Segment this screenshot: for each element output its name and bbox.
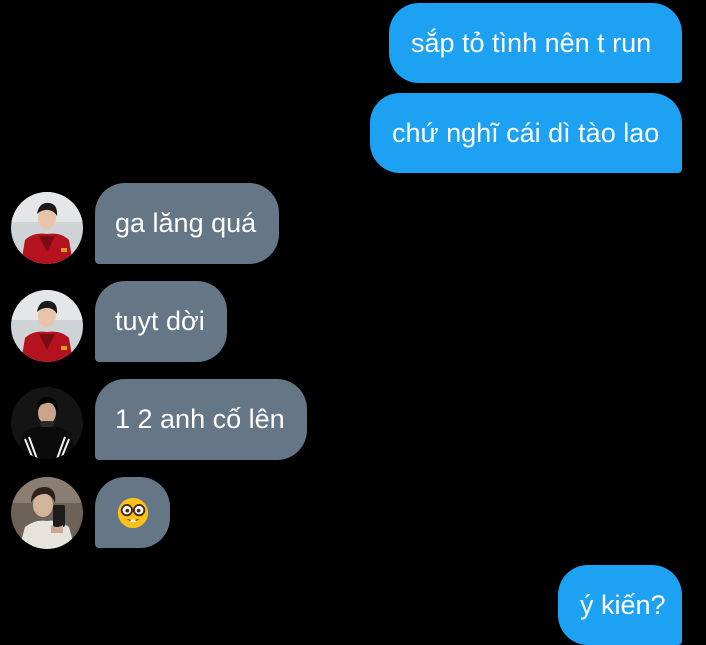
avatar-red-jacket-icon <box>11 290 83 362</box>
message-text: 1 2 anh cố lên <box>115 404 285 434</box>
received-message[interactable]: tuyt dời <box>95 281 227 362</box>
received-message[interactable]: ga lăng quá <box>95 183 279 264</box>
chat-thread: sắp tỏ tình nên t run chứ nghĩ cái dì tà… <box>0 0 706 645</box>
nerd-face-emoji-icon <box>117 497 148 528</box>
avatar[interactable] <box>11 387 83 459</box>
avatar[interactable] <box>11 477 83 549</box>
avatar-phone-selfie-icon <box>11 477 83 549</box>
message-text: sắp tỏ tình nên t run <box>411 27 652 58</box>
received-message[interactable] <box>95 477 170 548</box>
message-text: tuyt dời <box>115 306 205 336</box>
avatar[interactable] <box>11 290 83 362</box>
avatar-red-jacket-icon <box>11 192 83 264</box>
message-text: ga lăng quá <box>115 208 257 238</box>
message-text: ý kiến? <box>580 589 666 620</box>
sent-message[interactable]: ý kiến? <box>558 565 682 645</box>
sent-message[interactable]: sắp tỏ tình nên t run <box>389 3 682 83</box>
message-text: chứ nghĩ cái dì tào lao <box>392 117 660 148</box>
received-message[interactable]: 1 2 anh cố lên <box>95 379 307 460</box>
avatar[interactable] <box>11 192 83 264</box>
avatar-dark-jacket-icon <box>11 387 83 459</box>
sent-message[interactable]: chứ nghĩ cái dì tào lao <box>370 93 682 173</box>
